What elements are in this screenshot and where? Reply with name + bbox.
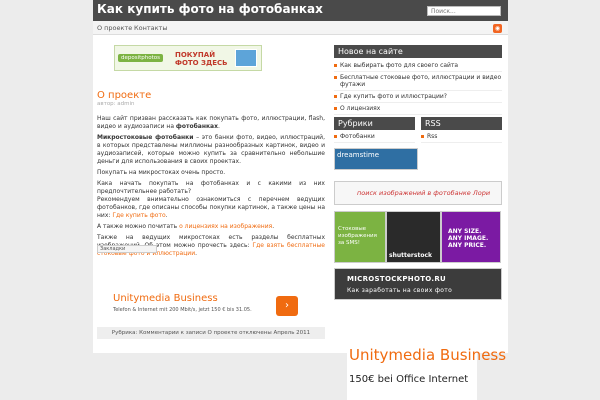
list-item[interactable]: Фотобанки [334, 131, 415, 143]
text: . [217, 123, 220, 130]
list-item[interactable]: Бесплатные стоковые фото, иллюстрации и … [334, 72, 502, 91]
post-footer: Рубрика: Комментарии к записи О проекте … [97, 327, 325, 339]
widget-rss-title: RSS [421, 117, 502, 130]
banner-text: ПОКУПАЙ ФОТО ЗДЕСЬ [175, 51, 228, 67]
post-body: Наш сайт призван рассказать как покупать… [97, 115, 325, 261]
paragraph: Кака начать покупать на фотобанках и с к… [97, 180, 325, 195]
site-header: Как купить фото на фотобанках [93, 0, 508, 21]
banner-title: MICROSTOCKPHOTO.RU [347, 275, 447, 283]
post-title[interactable]: О проекте [97, 90, 151, 101]
text: А также можно почитать [97, 223, 180, 230]
banner-subtitle: Как заработать на своих фото [347, 287, 453, 294]
paragraph: А также можно почитать о лицензиях на из… [97, 223, 325, 231]
paragraph: Рекомендуем внимательно ознакомиться с п… [97, 196, 325, 220]
lori-banner[interactable]: поиск изображений в фотобанке Лори [334, 181, 502, 205]
unitymedia-ad[interactable]: Unitymedia Business Telefon & Internet m… [113, 293, 313, 323]
link-licenses[interactable]: о лицензиях на изображения [179, 223, 272, 230]
list-item[interactable]: О лицензиях [334, 103, 502, 115]
paragraph: Микростоковые фотобанки – это банки фото… [97, 134, 325, 166]
widget-new-list: Как выбирать фото для своего сайта Беспл… [334, 60, 502, 115]
nav-item-about[interactable]: О проекте [97, 24, 132, 32]
nav-item-contacts[interactable]: Контакты [134, 24, 167, 32]
search-input[interactable] [427, 6, 501, 16]
depositphotos-logo: depositphotos [118, 54, 164, 62]
widget-rubrics-list: Фотобанки [334, 131, 415, 143]
ad-title: Unitymedia Business [113, 293, 218, 304]
rss-icon[interactable]: ◉ [493, 24, 502, 33]
post-meta: автор: admin [97, 101, 135, 107]
unitymedia-bottom-ad[interactable]: Unitymedia Business 150€ bei Office Inte… [347, 344, 506, 400]
banner-image [235, 49, 257, 67]
any-size-banner[interactable]: ANY SIZE. ANY IMAGE. ANY PRICE. [441, 211, 501, 263]
ad-subtitle: 150€ bei Office Internet [349, 374, 469, 385]
bookmark-button[interactable]: Закладки [97, 245, 157, 253]
text: . [165, 212, 168, 219]
bold-text: Микростоковые фотобанки [97, 134, 194, 141]
microstockphoto-banner[interactable]: MICROSTOCKPHOTO.RU Как заработать на сво… [334, 268, 502, 300]
link-where-to-buy[interactable]: Где купить фото [112, 212, 165, 219]
list-item[interactable]: Rss [421, 131, 502, 143]
nav-bar: О проекте Контакты ◉ [93, 21, 508, 35]
page: Как купить фото на фотобанках О проекте … [93, 0, 508, 353]
list-item[interactable]: Где купить фото и иллюстрации? [334, 91, 502, 103]
depositphotos-sms-banner[interactable]: Стоковые изображения за SMS! [334, 211, 386, 263]
widget-rss-list: Rss [421, 131, 502, 143]
widget-rubrics-title: Рубрики [334, 117, 415, 130]
paragraph: Наш сайт призван рассказать как покупать… [97, 115, 325, 131]
depositphotos-banner[interactable]: depositphotos ПОКУПАЙ ФОТО ЗДЕСЬ [114, 45, 262, 71]
paragraph: Покупать на микростоках очень просто. [97, 169, 226, 176]
bold-text: фотобанках [175, 123, 218, 130]
widget-new-title: Новое на сайте [334, 45, 502, 58]
dreamstime-banner[interactable]: dreamstime [334, 148, 418, 170]
ad-subtitle: Telefon & Internet mit 200 Mbit/s, jetzt… [113, 307, 252, 313]
shutterstock-banner[interactable]: shutterstock [386, 211, 441, 263]
site-title[interactable]: Как купить фото на фотобанках [97, 2, 323, 16]
text: . [272, 223, 275, 230]
ad-arrow-button[interactable]: › [276, 296, 298, 316]
text: . [195, 250, 198, 257]
ad-title: Unitymedia Business [349, 346, 507, 364]
list-item[interactable]: Как выбирать фото для своего сайта [334, 60, 502, 72]
